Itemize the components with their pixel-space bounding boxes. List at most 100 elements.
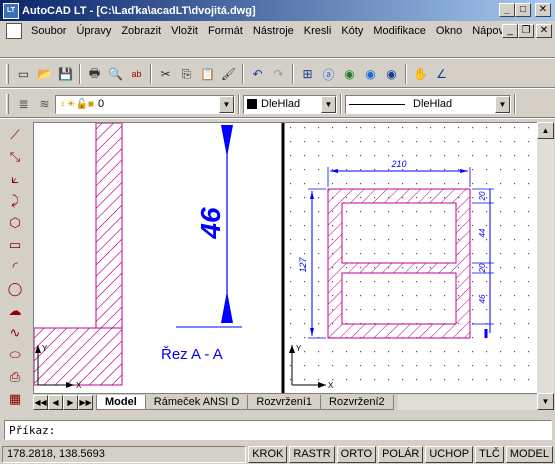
tab-next-button[interactable]: ▶	[63, 394, 78, 410]
status-tlc-button[interactable]: TLČ	[475, 445, 504, 463]
tab-first-button[interactable]: ◀◀	[33, 394, 48, 410]
circle-icon[interactable]: ◯	[3, 278, 27, 300]
undo-icon[interactable]: ↶	[247, 64, 268, 85]
layer-dropdown[interactable]: ♀☀🔓■ 0 ▼	[55, 94, 235, 114]
menu-koty[interactable]: Kóty	[336, 25, 368, 37]
tab-prev-button[interactable]: ◀	[48, 394, 63, 410]
menu-kresli[interactable]: Kresli	[299, 25, 337, 37]
revision-cloud-icon[interactable]: ☁	[3, 300, 27, 322]
spellcheck-icon[interactable]: ab	[126, 64, 147, 85]
divider	[0, 87, 555, 89]
copy-icon[interactable]: ⎘	[176, 64, 197, 85]
status-model-button[interactable]: MODEL	[505, 445, 553, 463]
spline-icon[interactable]: ∿	[3, 322, 27, 344]
layer-value: 0	[97, 98, 105, 110]
menu-format[interactable]: Formát	[203, 25, 248, 37]
drawing-canvas[interactable]: 46 Řez A - A Y X 210 127 20 44 20 46 Y X	[33, 122, 543, 394]
cut-icon[interactable]: ✂	[155, 64, 176, 85]
close-button[interactable]: ✕	[535, 3, 551, 17]
rectangle-icon[interactable]: ▭	[3, 234, 27, 256]
draw-toolbar: ⟋ ⤡ ⟀ ⤸ ⬡ ▭ ◜ ◯ ☁ ∿ ⬭ ⎙ ▦	[0, 124, 30, 414]
doc-minimize-button[interactable]: _	[502, 24, 518, 38]
menu-vlozit[interactable]: Vložit	[166, 25, 203, 37]
doc-close-button[interactable]: ✕	[536, 24, 552, 38]
arc-icon[interactable]: ◜	[3, 256, 27, 278]
toolbar-grip[interactable]	[6, 64, 9, 84]
status-polar-button[interactable]: POLÁR	[378, 445, 424, 463]
divider	[0, 117, 555, 119]
match-properties-icon[interactable]: 🖌	[218, 64, 239, 85]
chevron-down-icon[interactable]: ▼	[495, 95, 510, 113]
pan-icon[interactable]: ✋	[410, 64, 431, 85]
left-viewport: 46 Řez A - A Y X	[33, 122, 242, 390]
vertical-scrollbar[interactable]: ▲ ▼	[537, 122, 554, 410]
horizontal-scrollbar[interactable]	[397, 394, 537, 410]
status-orto-button[interactable]: ORTO	[336, 445, 377, 463]
maximize-button[interactable]: □	[515, 3, 531, 17]
ucs-x-label: X	[76, 381, 82, 390]
status-uchop-button[interactable]: UCHOP	[425, 445, 474, 463]
menu-upravy[interactable]: Úpravy	[71, 25, 116, 37]
network-icon[interactable]: ◉	[360, 64, 381, 85]
linetype-dropdown[interactable]: DleHlad ▼	[345, 94, 511, 114]
command-line[interactable]: Příkaz:	[4, 420, 552, 440]
title-bar: LT AutoCAD LT - [C:\Laďka\acadLT\dvojitá…	[0, 0, 555, 21]
doc-restore-button[interactable]: ❐	[518, 24, 534, 38]
layer-manager-icon[interactable]: ≣	[13, 94, 34, 115]
line-icon[interactable]: ⟋	[3, 124, 27, 146]
menu-nastroje[interactable]: Nástroje	[248, 25, 299, 37]
divider	[0, 57, 555, 59]
print-icon[interactable]: 🖶	[84, 64, 105, 85]
paste-icon[interactable]: 📋	[197, 64, 218, 85]
help-icon[interactable]: ⓐ	[318, 64, 339, 85]
make-block-icon[interactable]: ▦	[3, 388, 27, 410]
new-icon[interactable]: ▭	[13, 64, 34, 85]
toolbar-grip[interactable]	[6, 94, 9, 114]
chevron-down-icon[interactable]: ▼	[321, 95, 336, 113]
status-krok-button[interactable]: KROK	[248, 445, 288, 463]
minimize-button[interactable]: _	[499, 3, 515, 17]
dimension-44: 44	[478, 228, 487, 237]
find-icon[interactable]: ◉	[381, 64, 402, 85]
scroll-down-button[interactable]: ▼	[537, 393, 554, 410]
save-icon[interactable]: 💾	[55, 64, 76, 85]
globe-icon[interactable]: ◉	[339, 64, 360, 85]
status-rastr-button[interactable]: RASTR	[289, 445, 335, 463]
chevron-down-icon[interactable]: ▼	[219, 95, 234, 113]
zoom-icon[interactable]: ∠	[431, 64, 452, 85]
color-dropdown[interactable]: DleHlad ▼	[243, 94, 337, 114]
ucs-y-label-right: Y	[296, 344, 302, 353]
drawing-svg: 46 Řez A - A Y X 210 127 20 44 20 46 Y X	[33, 122, 538, 393]
tab-ramecek[interactable]: Rámeček ANSI D	[144, 394, 249, 410]
toolbar-separator	[405, 64, 407, 84]
redo-icon[interactable]: ↷	[268, 64, 289, 85]
insert-block-icon[interactable]: ⎙	[3, 366, 27, 388]
construction-line-icon[interactable]: ⤡	[3, 146, 27, 168]
standard-toolbar: ▭ 📂 💾 🖶 🔍 ab ✂ ⎘ 📋 🖌 ↶ ↷ ⊞ ⓐ ◉ ◉ ◉ ✋ ∠	[0, 61, 555, 87]
menu-modifikace[interactable]: Modifikace	[368, 25, 431, 37]
ellipse-icon[interactable]: ⬭	[3, 344, 27, 366]
menu-okno[interactable]: Okno	[431, 25, 467, 37]
tab-model[interactable]: Model	[96, 394, 146, 410]
toolbar-separator	[238, 94, 240, 114]
layer-previous-icon[interactable]: ≋	[34, 94, 55, 115]
menu-soubor[interactable]: Soubor	[26, 25, 71, 37]
tab-rozvrzeni2[interactable]: Rozvržení2	[320, 394, 394, 410]
color-swatch	[247, 99, 257, 109]
polyline-icon[interactable]: ⟀	[3, 168, 27, 190]
open-icon[interactable]: 📂	[34, 64, 55, 85]
print-preview-icon[interactable]: 🔍	[105, 64, 126, 85]
properties-toolbar: ≣ ≋ ♀☀🔓■ 0 ▼ DleHlad ▼ DleHlad ▼	[0, 91, 555, 117]
layer-icon[interactable]: ⊞	[297, 64, 318, 85]
app-icon: LT	[3, 2, 19, 19]
tab-rozvrzeni1[interactable]: Rozvržení1	[247, 394, 322, 410]
polygon-icon[interactable]: ⬡	[3, 212, 27, 234]
scroll-up-button[interactable]: ▲	[537, 122, 554, 139]
arc-polyline-icon[interactable]: ⤸	[3, 190, 27, 212]
menu-zobrazit[interactable]: Zobrazit	[116, 25, 166, 37]
document-icon[interactable]	[6, 23, 22, 39]
dimension-20-mid: 20	[478, 263, 487, 273]
tab-last-button[interactable]: ▶▶	[78, 394, 93, 410]
toolbar-separator	[150, 64, 152, 84]
dimension-127: 127	[298, 257, 308, 273]
